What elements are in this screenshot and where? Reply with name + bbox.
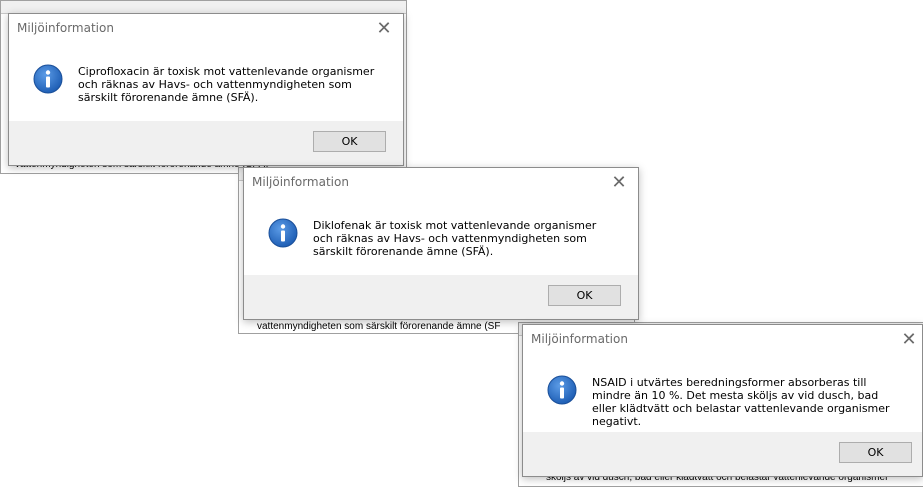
info-icon [547, 375, 577, 405]
ok-button[interactable]: OK [839, 442, 912, 463]
dialog-titlebar[interactable]: Miljöinformation ✕ [523, 325, 922, 355]
close-icon[interactable]: ✕ [898, 329, 920, 351]
ok-button[interactable]: OK [313, 131, 386, 152]
dialog-titlebar[interactable]: Miljöinformation ✕ [9, 14, 403, 44]
close-icon[interactable]: ✕ [373, 18, 395, 40]
info-dialog-diklofenak: Miljöinformation ✕ Diklofenak är toxisk … [243, 167, 639, 320]
dialog-titlebar[interactable]: Miljöinformation ✕ [244, 168, 638, 198]
background-text-2: vattenmyndigheten som särskilt förorenan… [257, 321, 501, 332]
dialog-footer: OK [523, 432, 922, 476]
dialog-footer: OK [9, 121, 403, 165]
ok-button[interactable]: OK [548, 285, 621, 306]
info-icon [268, 218, 298, 248]
dialog-message: Diklofenak är toxisk mot vattenlevande o… [313, 219, 597, 258]
dialog-title: Miljöinformation [17, 21, 114, 35]
dialog-message: NSAID i utvärtes beredningsformer absorb… [592, 376, 890, 428]
info-dialog-ciprofloxacin: Miljöinformation ✕ Ciprofloxacin är toxi… [8, 13, 404, 166]
dialog-message: Ciprofloxacin är toxisk mot vattenlevand… [78, 65, 375, 104]
dialog-title: Miljöinformation [531, 332, 628, 346]
info-icon [33, 64, 63, 94]
close-icon[interactable]: ✕ [608, 172, 630, 194]
info-dialog-nsaid: Miljöinformation ✕ NSAID i utvärtes bere… [522, 324, 923, 477]
dialog-footer: OK [244, 275, 638, 319]
dialog-title: Miljöinformation [252, 175, 349, 189]
